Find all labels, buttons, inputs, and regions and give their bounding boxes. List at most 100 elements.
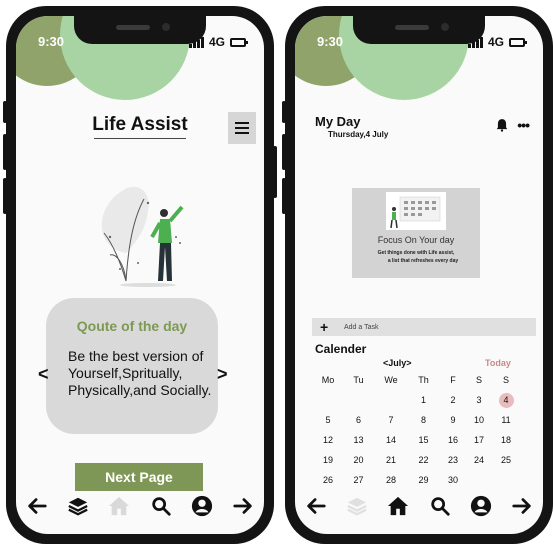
- weekday-label: Th: [418, 375, 429, 385]
- weekday-label: F: [450, 375, 456, 385]
- calendar-day-number: 17: [473, 435, 484, 445]
- calendar-day[interactable]: 23: [439, 450, 467, 470]
- phone-side-button: [282, 178, 286, 214]
- today-button[interactable]: Today: [485, 358, 511, 368]
- bottom-navbar: [303, 492, 535, 520]
- add-task-label: Add a Task: [344, 323, 379, 331]
- calendar-day[interactable]: 15: [408, 430, 439, 450]
- signal-icon: [468, 36, 483, 48]
- nav-search[interactable]: [148, 493, 174, 519]
- weekday-label: Tu: [353, 375, 364, 385]
- layers-icon: [347, 497, 367, 516]
- calendar-grid: Mo Tu We Th F S S 1 2 3 4 5 6 7 8 9 10 11 12 13 14 15 16 17 18 19…: [313, 370, 533, 490]
- quote-line: Yourself,Spritually,: [68, 365, 183, 381]
- battery-icon: [509, 37, 527, 47]
- calendar-day-number: 14: [385, 435, 396, 445]
- calendar-day[interactable]: 18: [491, 430, 521, 450]
- calendar-day[interactable]: 19: [313, 450, 343, 470]
- quote-line: Physically,and Socially.: [68, 382, 212, 398]
- phone-side-button: [3, 178, 7, 214]
- nav-search[interactable]: [427, 493, 453, 519]
- quote-text: Be the best version of Yourself,Spritual…: [68, 348, 238, 399]
- calendar-day[interactable]: 14: [374, 430, 408, 450]
- quote-title: Qoute of the day: [76, 318, 188, 334]
- nav-home[interactable]: [385, 493, 411, 519]
- calendar-empty-cell: [313, 390, 343, 410]
- calendar-day[interactable]: 7: [374, 410, 408, 430]
- calendar-day[interactable]: 2: [439, 390, 467, 410]
- more-options-icon[interactable]: •••: [517, 117, 530, 133]
- previous-quote-button[interactable]: <: [38, 364, 49, 385]
- calendar-day-number: 25: [500, 455, 511, 465]
- phone-left: 9:30 4G Life Assist Qoute of the day Be …: [3, 6, 277, 544]
- calendar-day[interactable]: 21: [374, 450, 408, 470]
- calendar-title: Calender: [315, 342, 367, 356]
- layers-icon: [68, 497, 88, 516]
- profile-icon: [470, 495, 491, 517]
- calendar-day[interactable]: 25: [491, 450, 521, 470]
- calendar-day[interactable]: 3: [467, 390, 491, 410]
- calendar-day[interactable]: 24: [467, 450, 491, 470]
- next-quote-button[interactable]: >: [217, 364, 228, 385]
- calendar-day[interactable]: 27: [343, 470, 374, 490]
- calendar-day-number: 8: [420, 415, 426, 425]
- nav-home[interactable]: [106, 493, 132, 519]
- month-selector[interactable]: <July>: [383, 358, 412, 368]
- calendar-day[interactable]: 26: [313, 470, 343, 490]
- calendar-day[interactable]: 13: [343, 430, 374, 450]
- calendar-day[interactable]: 5: [313, 410, 343, 430]
- calendar-day[interactable]: 12: [313, 430, 343, 450]
- calendar-day[interactable]: 1: [408, 390, 439, 410]
- nav-profile[interactable]: [468, 493, 494, 519]
- calendar-day[interactable]: 20: [343, 450, 374, 470]
- status-time: 9:30: [38, 34, 65, 49]
- signal-icon: [189, 36, 204, 48]
- calendar-day[interactable]: 6: [343, 410, 374, 430]
- nav-forward[interactable]: [230, 493, 256, 519]
- calendar-day[interactable]: 9: [439, 410, 467, 430]
- focus-title: Focus On Your day: [377, 235, 455, 245]
- next-page-button[interactable]: Next Page: [75, 463, 203, 491]
- menu-button[interactable]: [228, 112, 256, 144]
- notch: [353, 16, 485, 44]
- nav-forward[interactable]: [509, 493, 535, 519]
- calendar-day[interactable]: 28: [374, 470, 408, 490]
- calendar-day[interactable]: 8: [408, 410, 439, 430]
- back-arrow-icon: [28, 498, 47, 514]
- calendar-day[interactable]: 11: [491, 410, 521, 430]
- page-title: My Day: [315, 114, 361, 129]
- calendar-day-number: 6: [355, 415, 361, 425]
- calendar-day-number: 20: [353, 455, 364, 465]
- nav-back[interactable]: [303, 493, 329, 519]
- calendar-header: <July> Today: [313, 358, 533, 370]
- calendar-day-number: 5: [325, 415, 331, 425]
- phone-side-button: [282, 134, 286, 170]
- add-task-bar[interactable]: + Add a Task: [312, 318, 536, 336]
- calendar-day[interactable]: 10: [467, 410, 491, 430]
- nav-back[interactable]: [24, 493, 50, 519]
- calendar-day[interactable]: 22: [408, 450, 439, 470]
- calendar-day[interactable]: 17: [467, 430, 491, 450]
- phone-right: 9:30 4G My Day Thursday,4 July ••• Focus…: [282, 6, 553, 544]
- nav-layers[interactable]: [344, 493, 370, 519]
- calendar-day-number: 1: [420, 395, 426, 405]
- search-icon: [151, 497, 171, 516]
- calendar-day[interactable]: 29: [408, 470, 439, 490]
- calendar-day-number: 23: [447, 455, 458, 465]
- forward-arrow-icon: [233, 498, 252, 514]
- nav-profile[interactable]: [189, 493, 215, 519]
- calendar-day[interactable]: 4: [491, 390, 521, 410]
- calendar-day-number: 10: [473, 415, 484, 425]
- nav-layers[interactable]: [65, 493, 91, 519]
- calendar-day-number: 9: [450, 415, 456, 425]
- calendar-day-number: 28: [385, 475, 396, 485]
- forward-arrow-icon: [512, 498, 531, 514]
- calendar-day-number: 4: [503, 395, 509, 405]
- phone-side-button: [282, 101, 286, 123]
- bell-icon[interactable]: [495, 118, 509, 132]
- calendar-day[interactable]: 30: [439, 470, 467, 490]
- focus-subtitle-line: a list that refreshes every day: [387, 258, 459, 264]
- date-label: Thursday,4 July: [328, 130, 389, 139]
- calendar-day[interactable]: 16: [439, 430, 467, 450]
- calendar-empty-cell: [343, 390, 374, 410]
